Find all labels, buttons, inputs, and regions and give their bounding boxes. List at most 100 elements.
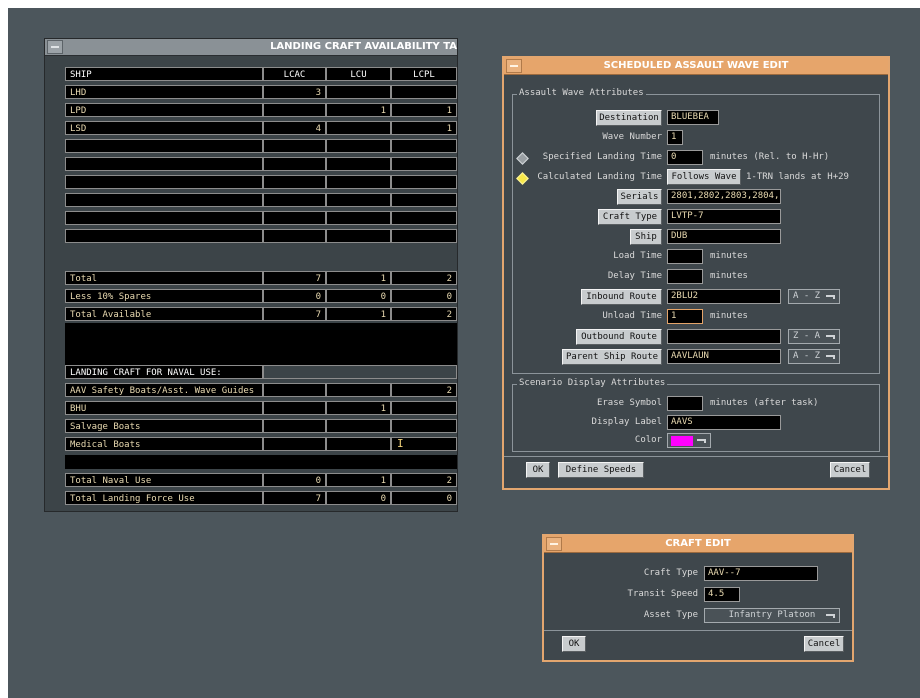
unload-time-field[interactable]: 1 <box>667 309 703 324</box>
naval-row-count-cell[interactable] <box>391 401 457 415</box>
parent-ship-route-button[interactable]: Parent Ship Route <box>562 349 662 365</box>
naval-row-count-cell[interactable] <box>263 401 326 415</box>
follows-wave-button[interactable]: Follows Wave <box>667 169 741 185</box>
ship-row-count-cell[interactable] <box>391 157 457 171</box>
ship-row-count-cell[interactable] <box>326 85 391 99</box>
ship-row-count-cell[interactable] <box>391 211 457 225</box>
transit-speed-field[interactable]: 4.5 <box>704 587 740 602</box>
wave-edit-title-bar[interactable]: SCHEDULED ASSAULT WAVE EDIT <box>504 58 888 75</box>
ship-row-count-cell[interactable]: 3 <box>263 85 326 99</box>
scheduled-assault-wave-edit-dialog: SCHEDULED ASSAULT WAVE EDIT Assault Wave… <box>502 56 890 490</box>
ok-button[interactable]: OK <box>526 462 550 478</box>
total-row-count-cell[interactable]: 2 <box>391 271 457 285</box>
naval-row-count-cell[interactable] <box>326 419 391 433</box>
ship-row-count-cell[interactable] <box>326 121 391 135</box>
ship-row-name-cell <box>65 139 263 153</box>
load-time-field[interactable] <box>667 249 703 264</box>
display-label-field[interactable]: AAVS <box>667 415 781 430</box>
ship-row-count-cell[interactable]: 1 <box>326 103 391 117</box>
naval-row-count-cell[interactable] <box>391 419 457 433</box>
ship-row-count-cell[interactable] <box>326 229 391 243</box>
ship-row-count-cell[interactable] <box>263 103 326 117</box>
ship-row-count-cell[interactable] <box>263 139 326 153</box>
ship-row-count-cell[interactable] <box>263 193 326 207</box>
ship-field[interactable]: DUB <box>667 229 781 244</box>
naval-row-count-cell[interactable]: 2 <box>391 383 457 397</box>
ship-row-count-cell[interactable] <box>326 193 391 207</box>
outbound-sort-menu[interactable]: Z - A <box>788 329 840 344</box>
ok-button[interactable]: OK <box>562 636 586 652</box>
naval-row-count-cell[interactable] <box>326 383 391 397</box>
final-row-count-cell[interactable]: 1 <box>326 473 391 487</box>
craft-type-field[interactable]: LVTP-7 <box>667 209 781 224</box>
option-menu-indicator-icon <box>826 355 835 359</box>
ship-row-name-cell: LHD <box>65 85 263 99</box>
column-header: SHIP <box>65 67 263 81</box>
craft-type-button[interactable]: Craft Type <box>598 209 662 225</box>
erase-symbol-field[interactable] <box>667 396 703 411</box>
ship-row-count-cell[interactable] <box>391 175 457 189</box>
ship-row-count-cell[interactable] <box>391 229 457 243</box>
define-speeds-button[interactable]: Define Speeds <box>558 462 644 478</box>
ship-row-count-cell[interactable] <box>263 229 326 243</box>
cancel-button[interactable]: Cancel <box>804 636 844 652</box>
cancel-button[interactable]: Cancel <box>830 462 870 478</box>
final-row-count-cell[interactable]: 7 <box>263 491 326 505</box>
total-row-name-cell: Less 10% Spares <box>65 289 263 303</box>
color-menu[interactable] <box>667 433 711 448</box>
total-row-count-cell[interactable]: 0 <box>263 289 326 303</box>
ship-row-count-cell[interactable]: 1 <box>391 103 457 117</box>
total-row-count-cell[interactable]: 1 <box>326 307 391 321</box>
craft-type-field[interactable]: AAV--7 <box>704 566 818 581</box>
total-row-count-cell[interactable]: 7 <box>263 271 326 285</box>
final-row-count-cell[interactable]: 0 <box>326 491 391 505</box>
naval-row-count-cell[interactable]: 1 <box>326 401 391 415</box>
total-row-count-cell[interactable]: 7 <box>263 307 326 321</box>
wave-number-field[interactable]: 1 <box>667 130 683 145</box>
final-row-count-cell[interactable]: 0 <box>391 491 457 505</box>
serials-button[interactable]: Serials <box>617 189 662 205</box>
specified-landing-time-label: Specified Landing Time <box>542 152 662 162</box>
ship-row-count-cell[interactable] <box>326 211 391 225</box>
specified-landing-time-field[interactable]: 0 <box>667 150 703 165</box>
serials-field[interactable]: 2801,2802,2803,2804, <box>667 189 781 204</box>
total-row-count-cell[interactable]: 0 <box>326 289 391 303</box>
ship-row-count-cell[interactable] <box>391 193 457 207</box>
inbound-route-button[interactable]: Inbound Route <box>581 289 662 305</box>
outbound-route-button[interactable]: Outbound Route <box>576 329 662 345</box>
outbound-route-field[interactable] <box>667 329 781 344</box>
final-row-count-cell[interactable]: 2 <box>391 473 457 487</box>
ship-row-count-cell[interactable] <box>326 139 391 153</box>
availability-title-bar[interactable]: LANDING CRAFT AVAILABILITY TA <box>45 39 457 56</box>
naval-row-count-cell[interactable] <box>263 437 326 451</box>
ship-row-count-cell[interactable] <box>263 175 326 189</box>
ship-row-name-cell <box>65 157 263 171</box>
ship-row-count-cell[interactable]: 4 <box>263 121 326 135</box>
naval-row-count-cell[interactable] <box>263 383 326 397</box>
total-row-count-cell[interactable]: 2 <box>391 307 457 321</box>
naval-row-count-cell[interactable] <box>263 419 326 433</box>
inbound-route-field[interactable]: 2BLU2 <box>667 289 781 304</box>
destination-button[interactable]: Destination <box>596 110 662 126</box>
erase-symbol-units: minutes (after task) <box>710 398 819 408</box>
craft-edit-title-bar[interactable]: CRAFT EDIT <box>544 536 852 553</box>
parent-sort-menu[interactable]: A - Z <box>788 349 840 364</box>
ship-row-count-cell[interactable] <box>326 175 391 189</box>
destination-field[interactable]: BLUEBEA <box>667 110 719 125</box>
total-row-count-cell[interactable]: 0 <box>391 289 457 303</box>
parent-ship-route-field[interactable]: AAVLAUN <box>667 349 781 364</box>
ship-row-count-cell[interactable] <box>391 139 457 153</box>
window-menu-icon[interactable] <box>47 40 63 54</box>
asset-type-menu[interactable]: Infantry Platoon <box>704 608 840 623</box>
inbound-sort-menu[interactable]: A - Z <box>788 289 840 304</box>
ship-row-count-cell[interactable] <box>326 157 391 171</box>
delay-time-field[interactable] <box>667 269 703 284</box>
ship-row-count-cell[interactable] <box>391 85 457 99</box>
ship-row-count-cell[interactable]: 1 <box>391 121 457 135</box>
total-row-count-cell[interactable]: 1 <box>326 271 391 285</box>
ship-row-count-cell[interactable] <box>263 157 326 171</box>
ship-row-count-cell[interactable] <box>263 211 326 225</box>
final-row-count-cell[interactable]: 0 <box>263 473 326 487</box>
naval-row-count-cell[interactable] <box>326 437 391 451</box>
ship-button[interactable]: Ship <box>630 229 662 245</box>
